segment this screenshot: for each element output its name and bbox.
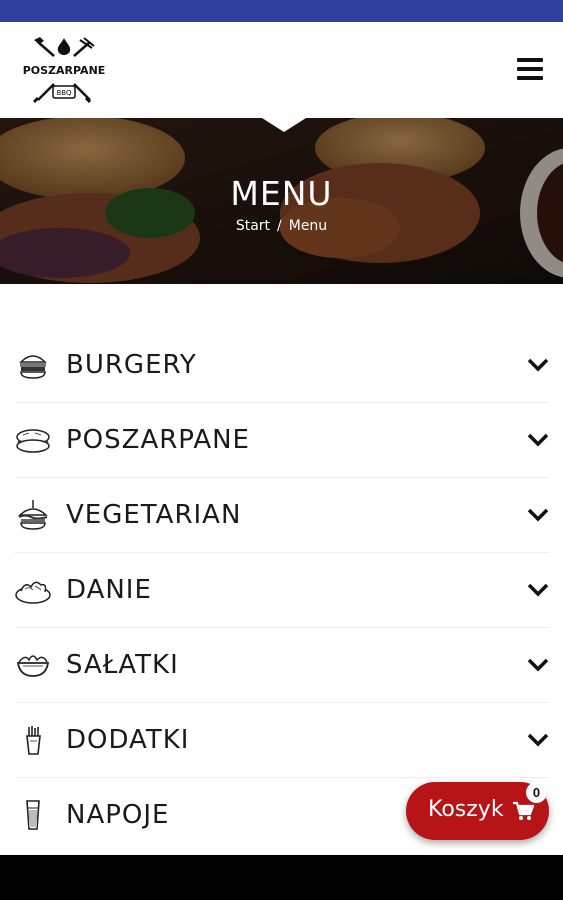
logo-text: POSZARPANE [23,64,106,77]
category-item-dodatki[interactable]: DODATKI [15,703,549,778]
dish-icon [15,581,51,604]
category-list: BURGERY POSZARPANE VEGETARIAN DANIE SAŁA… [15,328,549,853]
category-label: SAŁATKI [66,650,179,680]
category-label: POSZARPANE [66,425,250,455]
logo-subtext: BBQ [56,89,72,97]
sandwich-icon [16,429,50,453]
fries-icon [26,726,41,755]
chevron-down-icon[interactable] [527,507,549,523]
page-title: MENU [230,174,333,213]
chevron-down-icon[interactable] [527,357,549,373]
shopping-cart-icon [513,801,534,820]
app-screen: POSZARPANE BBQ MENU Start / Menu BURGERY… [0,22,563,855]
veggie-burger-icon [18,500,48,530]
status-bar [0,0,563,22]
category-item-poszarpane[interactable]: POSZARPANE [15,403,549,478]
breadcrumb-current: Menu [288,218,328,234]
category-label: DODATKI [66,725,190,755]
category-label: NAPOJE [66,800,170,830]
category-item-vegetarian[interactable]: VEGETARIAN [15,478,549,553]
category-item-salatki[interactable]: SAŁATKI [15,628,549,703]
breadcrumb-separator: / [277,218,282,234]
category-label: BURGERY [66,350,197,380]
hero-banner: MENU Start / Menu [0,118,563,284]
chevron-down-icon[interactable] [527,432,549,448]
hamburger-menu-icon[interactable] [517,58,543,80]
header: POSZARPANE BBQ [0,22,563,118]
bottom-bar [0,855,563,900]
poszarpane-bbq-logo[interactable]: POSZARPANE BBQ [20,34,108,108]
category-label: VEGETARIAN [66,500,242,530]
cart-button[interactable]: Koszyk 0 [406,782,549,840]
hero-notch [262,118,306,132]
cart-count-badge: 0 [526,782,547,803]
cart-label: Koszyk [428,797,504,822]
chevron-down-icon[interactable] [527,582,549,598]
drink-glass-icon [26,800,40,830]
category-item-burgery[interactable]: BURGERY [15,328,549,403]
salad-bowl-icon [16,655,50,677]
chevron-down-icon[interactable] [527,732,549,748]
burger-icon [19,355,47,379]
breadcrumb: Start / Menu [0,218,563,234]
breadcrumb-home-link[interactable]: Start [236,218,270,234]
category-label: DANIE [66,575,152,605]
chevron-down-icon[interactable] [527,657,549,673]
category-item-danie[interactable]: DANIE [15,553,549,628]
